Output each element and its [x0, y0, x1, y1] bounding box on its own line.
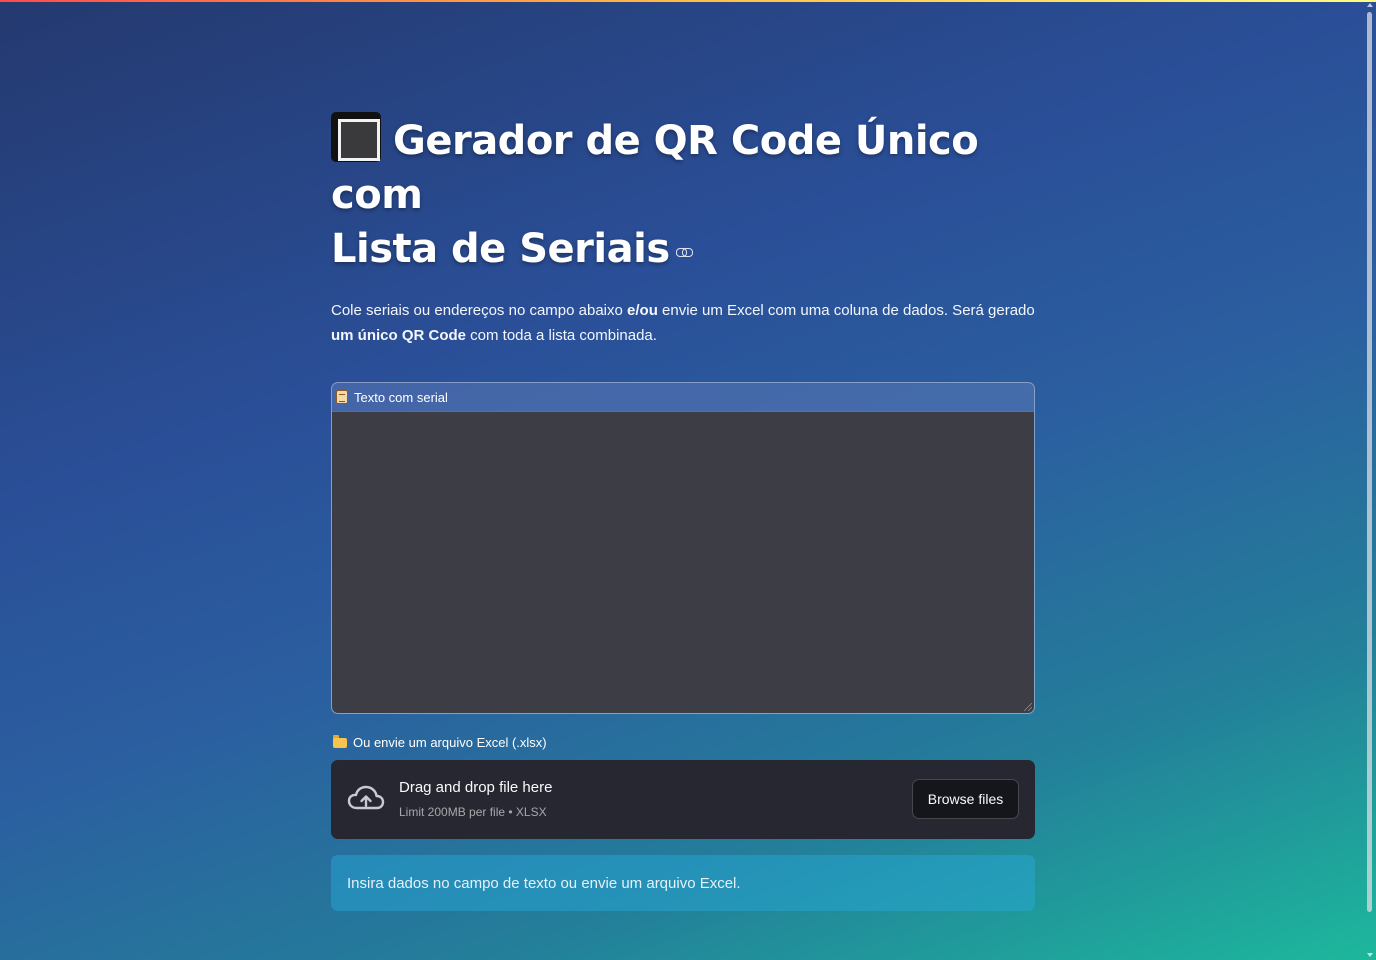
link-icon[interactable]: [675, 246, 693, 258]
dropzone-title: Drag and drop file here: [399, 779, 553, 796]
scroll-up-icon[interactable]: [1367, 3, 1373, 7]
cloud-upload-icon: [347, 785, 385, 810]
title-line-1: Gerador de QR Code Único com: [331, 118, 979, 218]
info-alert-text: Insira dados no campo de texto ou envie …: [347, 874, 741, 892]
page-title: Gerador de QR Code Único com Lista de Se…: [331, 112, 1035, 276]
page-scrollbar[interactable]: [1364, 0, 1376, 960]
file-dropzone[interactable]: Drag and drop file here Limit 200MB per …: [331, 760, 1035, 839]
serial-text-area-container: Texto com serial: [331, 382, 1035, 714]
page-description: Cole seriais ou endereços no campo abaix…: [331, 302, 1035, 344]
black-square-button-icon: [331, 112, 381, 162]
excel-upload-label: Ou envie um arquivo Excel (.xlsx): [331, 734, 1035, 752]
main-content: Gerador de QR Code Único com Lista de Se…: [331, 112, 1035, 911]
scrollbar-thumb[interactable]: [1367, 12, 1372, 912]
top-decoration-stripe: [0, 0, 1376, 2]
title-line-2: Lista de Seriais: [331, 226, 670, 272]
browse-files-button[interactable]: Browse files: [912, 779, 1019, 819]
folder-icon: [333, 735, 347, 748]
info-alert: Insira dados no campo de texto ou envie …: [331, 855, 1035, 911]
scroll-icon: [336, 390, 348, 404]
serial-text-area[interactable]: [332, 411, 1034, 713]
scroll-down-icon[interactable]: [1367, 953, 1373, 957]
serial-text-label: Texto com serial: [332, 383, 1034, 411]
resize-grip-icon[interactable]: [1024, 703, 1032, 711]
dropzone-limit-text: Limit 200MB per file • XLSX: [399, 805, 547, 819]
